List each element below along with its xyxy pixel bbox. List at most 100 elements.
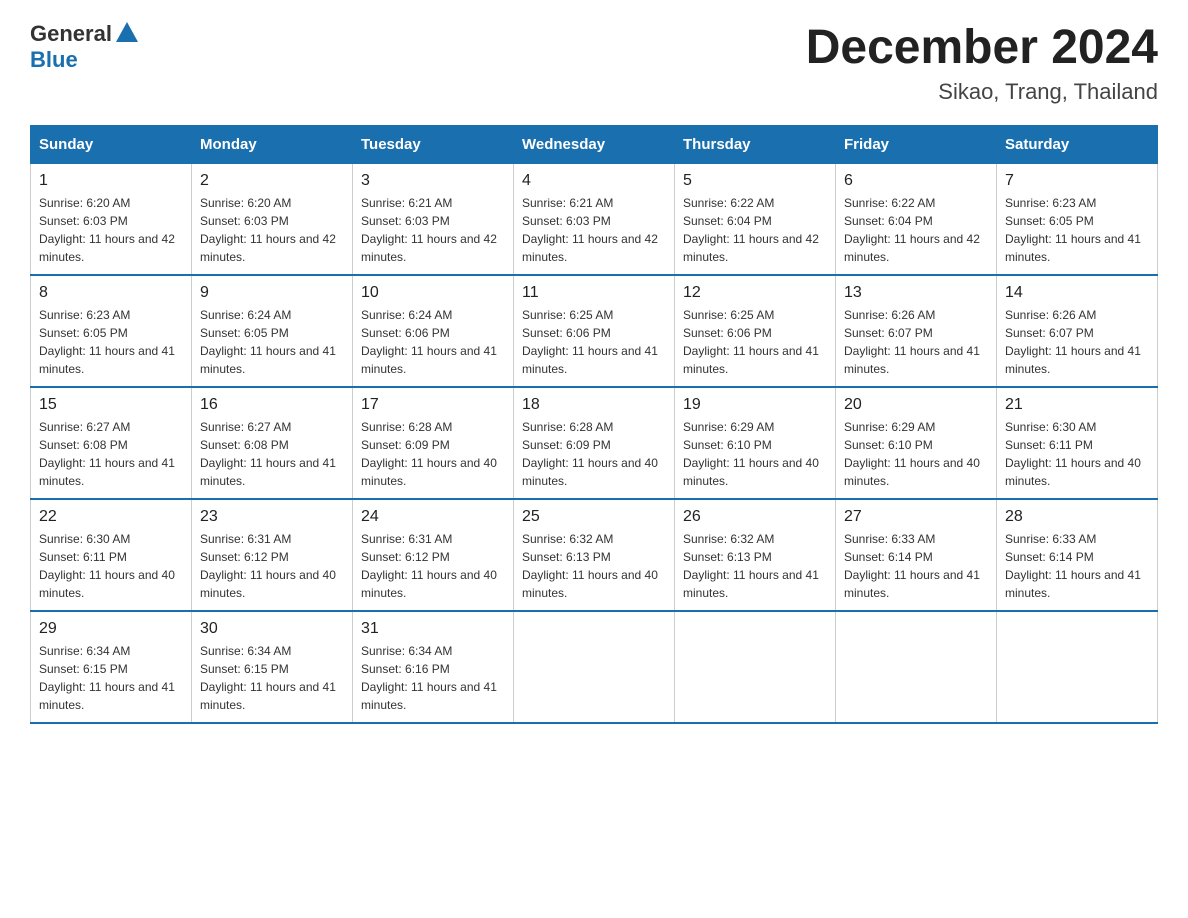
calendar-day-cell: 8 Sunrise: 6:23 AM Sunset: 6:05 PM Dayli… — [31, 275, 192, 387]
calendar-day-cell: 21 Sunrise: 6:30 AM Sunset: 6:11 PM Dayl… — [997, 387, 1158, 499]
calendar-day-cell: 2 Sunrise: 6:20 AM Sunset: 6:03 PM Dayli… — [192, 164, 353, 276]
calendar-day-cell: 17 Sunrise: 6:28 AM Sunset: 6:09 PM Dayl… — [353, 387, 514, 499]
day-number: 21 — [1005, 396, 1149, 414]
empty-cell — [836, 611, 997, 723]
day-number: 5 — [683, 172, 827, 190]
day-number: 31 — [361, 620, 505, 638]
day-number: 26 — [683, 508, 827, 526]
day-number: 9 — [200, 284, 344, 302]
calendar-header-saturday: Saturday — [997, 126, 1158, 164]
day-number: 14 — [1005, 284, 1149, 302]
day-info: Sunrise: 6:25 AM Sunset: 6:06 PM Dayligh… — [522, 306, 666, 378]
calendar-day-cell: 22 Sunrise: 6:30 AM Sunset: 6:11 PM Dayl… — [31, 499, 192, 611]
day-number: 2 — [200, 172, 344, 190]
day-info: Sunrise: 6:21 AM Sunset: 6:03 PM Dayligh… — [522, 194, 666, 266]
calendar-header-row: SundayMondayTuesdayWednesdayThursdayFrid… — [31, 126, 1158, 164]
calendar-day-cell: 25 Sunrise: 6:32 AM Sunset: 6:13 PM Dayl… — [514, 499, 675, 611]
day-info: Sunrise: 6:29 AM Sunset: 6:10 PM Dayligh… — [683, 418, 827, 490]
calendar-day-cell: 12 Sunrise: 6:25 AM Sunset: 6:06 PM Dayl… — [675, 275, 836, 387]
day-info: Sunrise: 6:31 AM Sunset: 6:12 PM Dayligh… — [361, 530, 505, 602]
day-number: 6 — [844, 172, 988, 190]
day-info: Sunrise: 6:32 AM Sunset: 6:13 PM Dayligh… — [522, 530, 666, 602]
day-number: 17 — [361, 396, 505, 414]
day-number: 28 — [1005, 508, 1149, 526]
empty-cell — [997, 611, 1158, 723]
calendar-header-monday: Monday — [192, 126, 353, 164]
calendar-day-cell: 15 Sunrise: 6:27 AM Sunset: 6:08 PM Dayl… — [31, 387, 192, 499]
calendar-week-row: 22 Sunrise: 6:30 AM Sunset: 6:11 PM Dayl… — [31, 499, 1158, 611]
day-info: Sunrise: 6:20 AM Sunset: 6:03 PM Dayligh… — [200, 194, 344, 266]
day-info: Sunrise: 6:20 AM Sunset: 6:03 PM Dayligh… — [39, 194, 183, 266]
day-info: Sunrise: 6:28 AM Sunset: 6:09 PM Dayligh… — [361, 418, 505, 490]
calendar-table: SundayMondayTuesdayWednesdayThursdayFrid… — [30, 125, 1158, 724]
calendar-day-cell: 16 Sunrise: 6:27 AM Sunset: 6:08 PM Dayl… — [192, 387, 353, 499]
day-number: 29 — [39, 620, 183, 638]
calendar-week-row: 8 Sunrise: 6:23 AM Sunset: 6:05 PM Dayli… — [31, 275, 1158, 387]
day-number: 20 — [844, 396, 988, 414]
day-number: 18 — [522, 396, 666, 414]
calendar-day-cell: 23 Sunrise: 6:31 AM Sunset: 6:12 PM Dayl… — [192, 499, 353, 611]
calendar-header-sunday: Sunday — [31, 126, 192, 164]
calendar-header-friday: Friday — [836, 126, 997, 164]
day-info: Sunrise: 6:26 AM Sunset: 6:07 PM Dayligh… — [844, 306, 988, 378]
calendar-day-cell: 1 Sunrise: 6:20 AM Sunset: 6:03 PM Dayli… — [31, 164, 192, 276]
day-info: Sunrise: 6:24 AM Sunset: 6:05 PM Dayligh… — [200, 306, 344, 378]
calendar-header-thursday: Thursday — [675, 126, 836, 164]
day-number: 8 — [39, 284, 183, 302]
calendar-day-cell: 20 Sunrise: 6:29 AM Sunset: 6:10 PM Dayl… — [836, 387, 997, 499]
calendar-day-cell: 6 Sunrise: 6:22 AM Sunset: 6:04 PM Dayli… — [836, 164, 997, 276]
day-info: Sunrise: 6:27 AM Sunset: 6:08 PM Dayligh… — [200, 418, 344, 490]
day-info: Sunrise: 6:33 AM Sunset: 6:14 PM Dayligh… — [1005, 530, 1149, 602]
page-title: December 2024 — [806, 20, 1158, 75]
day-info: Sunrise: 6:30 AM Sunset: 6:11 PM Dayligh… — [1005, 418, 1149, 490]
calendar-day-cell: 5 Sunrise: 6:22 AM Sunset: 6:04 PM Dayli… — [675, 164, 836, 276]
logo-blue-text: Blue — [30, 47, 78, 73]
day-number: 1 — [39, 172, 183, 190]
day-number: 30 — [200, 620, 344, 638]
calendar-week-row: 29 Sunrise: 6:34 AM Sunset: 6:15 PM Dayl… — [31, 611, 1158, 723]
empty-cell — [675, 611, 836, 723]
calendar-day-cell: 24 Sunrise: 6:31 AM Sunset: 6:12 PM Dayl… — [353, 499, 514, 611]
day-info: Sunrise: 6:27 AM Sunset: 6:08 PM Dayligh… — [39, 418, 183, 490]
day-info: Sunrise: 6:32 AM Sunset: 6:13 PM Dayligh… — [683, 530, 827, 602]
day-info: Sunrise: 6:33 AM Sunset: 6:14 PM Dayligh… — [844, 530, 988, 602]
day-number: 3 — [361, 172, 505, 190]
day-number: 19 — [683, 396, 827, 414]
calendar-day-cell: 19 Sunrise: 6:29 AM Sunset: 6:10 PM Dayl… — [675, 387, 836, 499]
day-info: Sunrise: 6:29 AM Sunset: 6:10 PM Dayligh… — [844, 418, 988, 490]
day-info: Sunrise: 6:22 AM Sunset: 6:04 PM Dayligh… — [683, 194, 827, 266]
calendar-header-tuesday: Tuesday — [353, 126, 514, 164]
calendar-week-row: 15 Sunrise: 6:27 AM Sunset: 6:08 PM Dayl… — [31, 387, 1158, 499]
day-number: 24 — [361, 508, 505, 526]
logo-triangle-icon — [116, 22, 138, 42]
page-subtitle: Sikao, Trang, Thailand — [806, 79, 1158, 105]
day-info: Sunrise: 6:34 AM Sunset: 6:15 PM Dayligh… — [39, 642, 183, 714]
day-number: 16 — [200, 396, 344, 414]
day-info: Sunrise: 6:24 AM Sunset: 6:06 PM Dayligh… — [361, 306, 505, 378]
day-number: 23 — [200, 508, 344, 526]
empty-cell — [514, 611, 675, 723]
day-info: Sunrise: 6:34 AM Sunset: 6:16 PM Dayligh… — [361, 642, 505, 714]
day-number: 25 — [522, 508, 666, 526]
day-number: 11 — [522, 284, 666, 302]
day-number: 27 — [844, 508, 988, 526]
calendar-day-cell: 14 Sunrise: 6:26 AM Sunset: 6:07 PM Dayl… — [997, 275, 1158, 387]
day-number: 7 — [1005, 172, 1149, 190]
calendar-day-cell: 4 Sunrise: 6:21 AM Sunset: 6:03 PM Dayli… — [514, 164, 675, 276]
day-number: 10 — [361, 284, 505, 302]
day-info: Sunrise: 6:21 AM Sunset: 6:03 PM Dayligh… — [361, 194, 505, 266]
day-number: 15 — [39, 396, 183, 414]
day-info: Sunrise: 6:26 AM Sunset: 6:07 PM Dayligh… — [1005, 306, 1149, 378]
calendar-day-cell: 28 Sunrise: 6:33 AM Sunset: 6:14 PM Dayl… — [997, 499, 1158, 611]
title-block: December 2024 Sikao, Trang, Thailand — [806, 20, 1158, 105]
day-info: Sunrise: 6:34 AM Sunset: 6:15 PM Dayligh… — [200, 642, 344, 714]
calendar-day-cell: 11 Sunrise: 6:25 AM Sunset: 6:06 PM Dayl… — [514, 275, 675, 387]
logo-general-text: General — [30, 21, 112, 47]
calendar-day-cell: 13 Sunrise: 6:26 AM Sunset: 6:07 PM Dayl… — [836, 275, 997, 387]
day-info: Sunrise: 6:23 AM Sunset: 6:05 PM Dayligh… — [1005, 194, 1149, 266]
day-info: Sunrise: 6:25 AM Sunset: 6:06 PM Dayligh… — [683, 306, 827, 378]
calendar-day-cell: 10 Sunrise: 6:24 AM Sunset: 6:06 PM Dayl… — [353, 275, 514, 387]
page-header: General Blue December 2024 Sikao, Trang,… — [30, 20, 1158, 105]
day-number: 22 — [39, 508, 183, 526]
calendar-day-cell: 26 Sunrise: 6:32 AM Sunset: 6:13 PM Dayl… — [675, 499, 836, 611]
